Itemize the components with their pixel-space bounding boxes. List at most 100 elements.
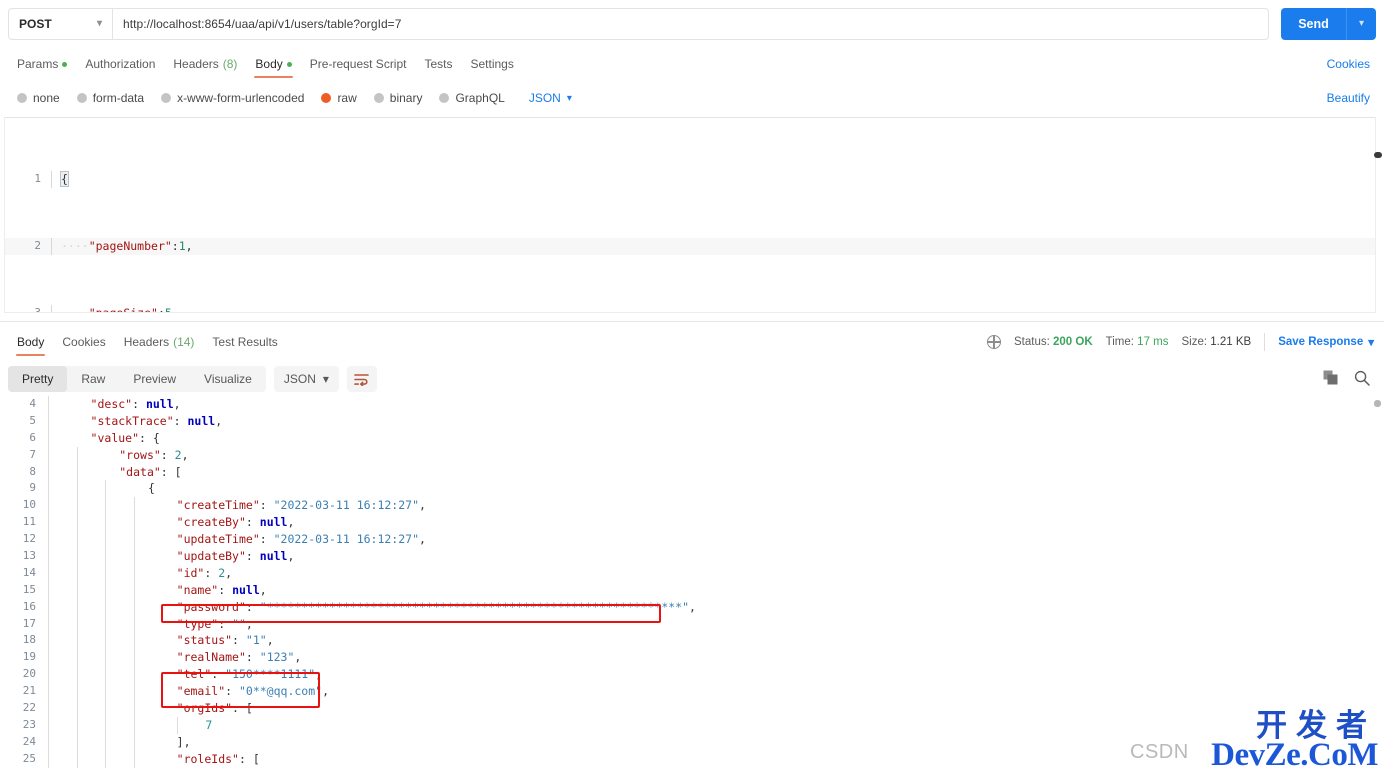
line-number: 18 <box>22 633 36 647</box>
body-type-binary-label: binary <box>389 91 423 105</box>
json-line: 15 "name": null, <box>0 581 1384 599</box>
chevron-down-icon: ▾ <box>96 18 102 29</box>
gutter-divider <box>51 171 52 188</box>
editor-line: 2 ····"pageNumber":1, <box>5 237 1375 255</box>
json-line: 17 "type": "", <box>0 615 1384 633</box>
tab-authorization-label: Authorization <box>85 57 156 71</box>
line-number: 21 <box>22 684 36 698</box>
watermark-english: DevZe.CoM <box>1211 737 1378 773</box>
line-content: "id": 2, <box>48 564 1384 582</box>
line-content: "updateBy": null, <box>48 548 1384 565</box>
line-content: "createBy": null, <box>48 514 1384 532</box>
url-input[interactable]: http://localhost:8654/uaa/api/v1/users/t… <box>112 7 1269 40</box>
response-tab-headers-label: Headers <box>123 335 170 349</box>
radio-icon <box>373 93 384 103</box>
request-editor-scrollbar[interactable] <box>1374 118 1382 312</box>
size-block: Size: 1.21 KB <box>1182 336 1252 348</box>
line-number: 8 <box>29 464 36 478</box>
response-tab-headers[interactable]: Headers (14) <box>115 328 204 356</box>
json-line: 14 "id": 2, <box>0 564 1384 582</box>
body-type-none[interactable]: none <box>10 91 67 105</box>
save-response-label: Save Response <box>1278 336 1364 348</box>
copy-button[interactable] <box>1323 370 1338 388</box>
line-content: "desc": null, <box>48 396 1384 413</box>
body-format-select[interactable]: JSON ▾ <box>521 91 580 105</box>
cookies-link[interactable]: Cookies <box>1327 48 1370 80</box>
line-content: "updateTime": "2022-03-11 16:12:27", <box>48 531 1384 549</box>
beautify-link[interactable]: Beautify <box>1327 84 1370 112</box>
body-type-urlencoded[interactable]: x-www-form-urlencoded <box>154 91 311 105</box>
line-content: { <box>60 171 1375 188</box>
time-value: 17 ms <box>1137 336 1169 348</box>
body-type-graphql[interactable]: GraphQL <box>432 91 511 105</box>
tab-tests-label: Tests <box>424 57 453 71</box>
send-options-chevron-down-icon[interactable]: ▾ <box>1346 7 1376 40</box>
body-type-form-data[interactable]: form-data <box>70 91 151 105</box>
response-tab-headers-count: (14) <box>173 335 195 349</box>
body-type-none-label: none <box>33 91 60 105</box>
watermark: CSDN 开发者 DevZe.CoM <box>1130 694 1380 780</box>
section-divider <box>0 321 1384 322</box>
scrollbar-thumb[interactable] <box>1374 400 1381 407</box>
line-content: "name": null, <box>48 581 1384 599</box>
line-number: 9 <box>29 481 36 495</box>
time-block: Time: 17 ms <box>1106 336 1169 348</box>
response-tab-body[interactable]: Body <box>8 328 53 356</box>
response-format-select[interactable]: JSON ▾ <box>273 366 339 392</box>
chevron-down-icon: ▾ <box>566 92 572 104</box>
editor-line: 3 ····"pageSize":5 <box>5 304 1375 313</box>
view-mode-visualize[interactable]: Visualize <box>190 366 266 392</box>
radio-icon <box>76 93 87 103</box>
status-label: Status: <box>1013 336 1050 348</box>
tab-headers[interactable]: Headers (8) <box>164 48 246 80</box>
response-tab-cookies-label: Cookies <box>62 335 106 349</box>
body-type-urlencoded-label: x-www-form-urlencoded <box>177 91 305 105</box>
tab-tests[interactable]: Tests <box>415 48 461 80</box>
line-content: ····"pageSize":5 <box>61 305 172 313</box>
response-tab-test-results[interactable]: Test Results <box>203 328 286 356</box>
response-format-label: JSON <box>283 372 316 386</box>
search-icon <box>1354 370 1370 386</box>
tab-authorization[interactable]: Authorization <box>76 48 164 80</box>
tab-headers-count: (8) <box>222 57 238 71</box>
body-type-graphql-label: GraphQL <box>455 91 505 105</box>
word-wrap-toggle[interactable] <box>346 366 377 392</box>
json-line: 5 "stackTrace": null, <box>0 412 1384 430</box>
line-number: 4 <box>29 397 36 410</box>
view-mode-pretty[interactable]: Pretty <box>8 366 68 392</box>
search-button[interactable] <box>1354 370 1370 389</box>
line-number: 13 <box>22 549 36 563</box>
tab-settings[interactable]: Settings <box>462 48 523 80</box>
body-format-label: JSON <box>528 91 561 105</box>
view-mode-raw[interactable]: Raw <box>67 366 119 392</box>
tab-body[interactable]: Body <box>246 48 300 80</box>
send-button[interactable]: Send <box>1281 7 1346 40</box>
body-type-raw-label: raw <box>337 91 357 105</box>
line-number: 23 <box>22 717 36 731</box>
radio-icon <box>161 93 172 103</box>
request-tabs: Params Authorization Headers (8) Body Pr… <box>0 48 1384 80</box>
response-actions <box>1323 362 1370 396</box>
body-type-raw[interactable]: raw <box>314 91 363 105</box>
line-number: 2 <box>34 238 41 252</box>
line-number: 11 <box>22 515 36 529</box>
body-type-binary[interactable]: binary <box>367 91 430 105</box>
radio-icon <box>439 93 450 103</box>
response-toolbar: Pretty Raw Preview Visualize JSON ▾ <box>0 362 1384 396</box>
save-response-button[interactable]: Save Response ▾ <box>1278 335 1374 349</box>
watermark-csdn: CSDN <box>1130 741 1189 763</box>
http-method-select[interactable]: POST ▾ <box>8 7 112 40</box>
view-mode-preview[interactable]: Preview <box>119 366 190 392</box>
tab-params[interactable]: Params <box>8 48 76 80</box>
scrollbar-thumb[interactable] <box>1374 152 1382 158</box>
time-label: Time: <box>1105 336 1134 348</box>
line-content: "data": [ <box>48 463 1384 481</box>
line-number: 20 <box>22 667 36 681</box>
line-number: 3 <box>34 305 41 313</box>
response-tab-cookies[interactable]: Cookies <box>53 328 114 356</box>
word-wrap-icon <box>354 373 370 386</box>
radio-icon <box>17 93 27 103</box>
tab-pre-request-script[interactable]: Pre-request Script <box>301 48 416 80</box>
line-content: { <box>48 480 1384 498</box>
request-body-editor[interactable]: 1 { 2 ····"pageNumber":1, 3 ····"pageSiz… <box>4 117 1376 313</box>
